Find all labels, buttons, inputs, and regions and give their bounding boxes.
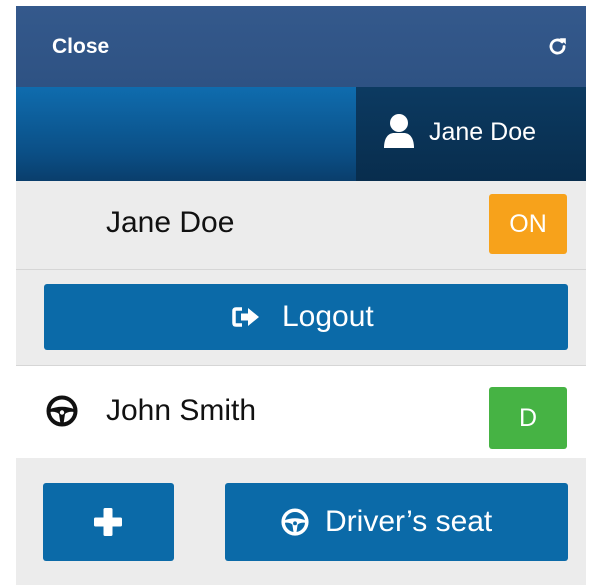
drivers-seat-button[interactable]: Driver’s seat	[225, 483, 568, 561]
driver-badge: D	[489, 387, 567, 449]
logout-label: Logout	[282, 300, 374, 333]
status-badge: ON	[489, 194, 567, 254]
add-driver-button[interactable]	[43, 483, 174, 561]
logout-row: Logout	[16, 270, 586, 365]
close-button[interactable]: Close	[52, 35, 109, 59]
plus-icon	[94, 508, 122, 536]
driver-row[interactable]: John Smith D	[16, 365, 586, 459]
current-user-row: Jane Doe ON	[16, 181, 586, 270]
top-bar: Close	[16, 6, 586, 87]
sign-out-icon	[232, 307, 259, 327]
steering-wheel-icon	[281, 508, 309, 536]
user-bar: Jane Doe	[16, 87, 586, 181]
user-tab-name: Jane Doe	[429, 118, 537, 146]
user-tab[interactable]: Jane Doe	[356, 87, 586, 181]
logout-button[interactable]: Logout	[44, 284, 568, 350]
steering-wheel-icon	[46, 395, 78, 427]
user-panel: Close Jane Doe Jane Doe ON Logout John S…	[16, 6, 586, 585]
drivers-seat-label: Driver’s seat	[325, 505, 493, 538]
actions-row: Driver’s seat	[16, 458, 586, 585]
user-icon	[384, 114, 414, 148]
current-user-name: Jane Doe	[106, 206, 235, 239]
refresh-icon[interactable]	[547, 36, 568, 57]
driver-name: John Smith	[106, 394, 257, 427]
